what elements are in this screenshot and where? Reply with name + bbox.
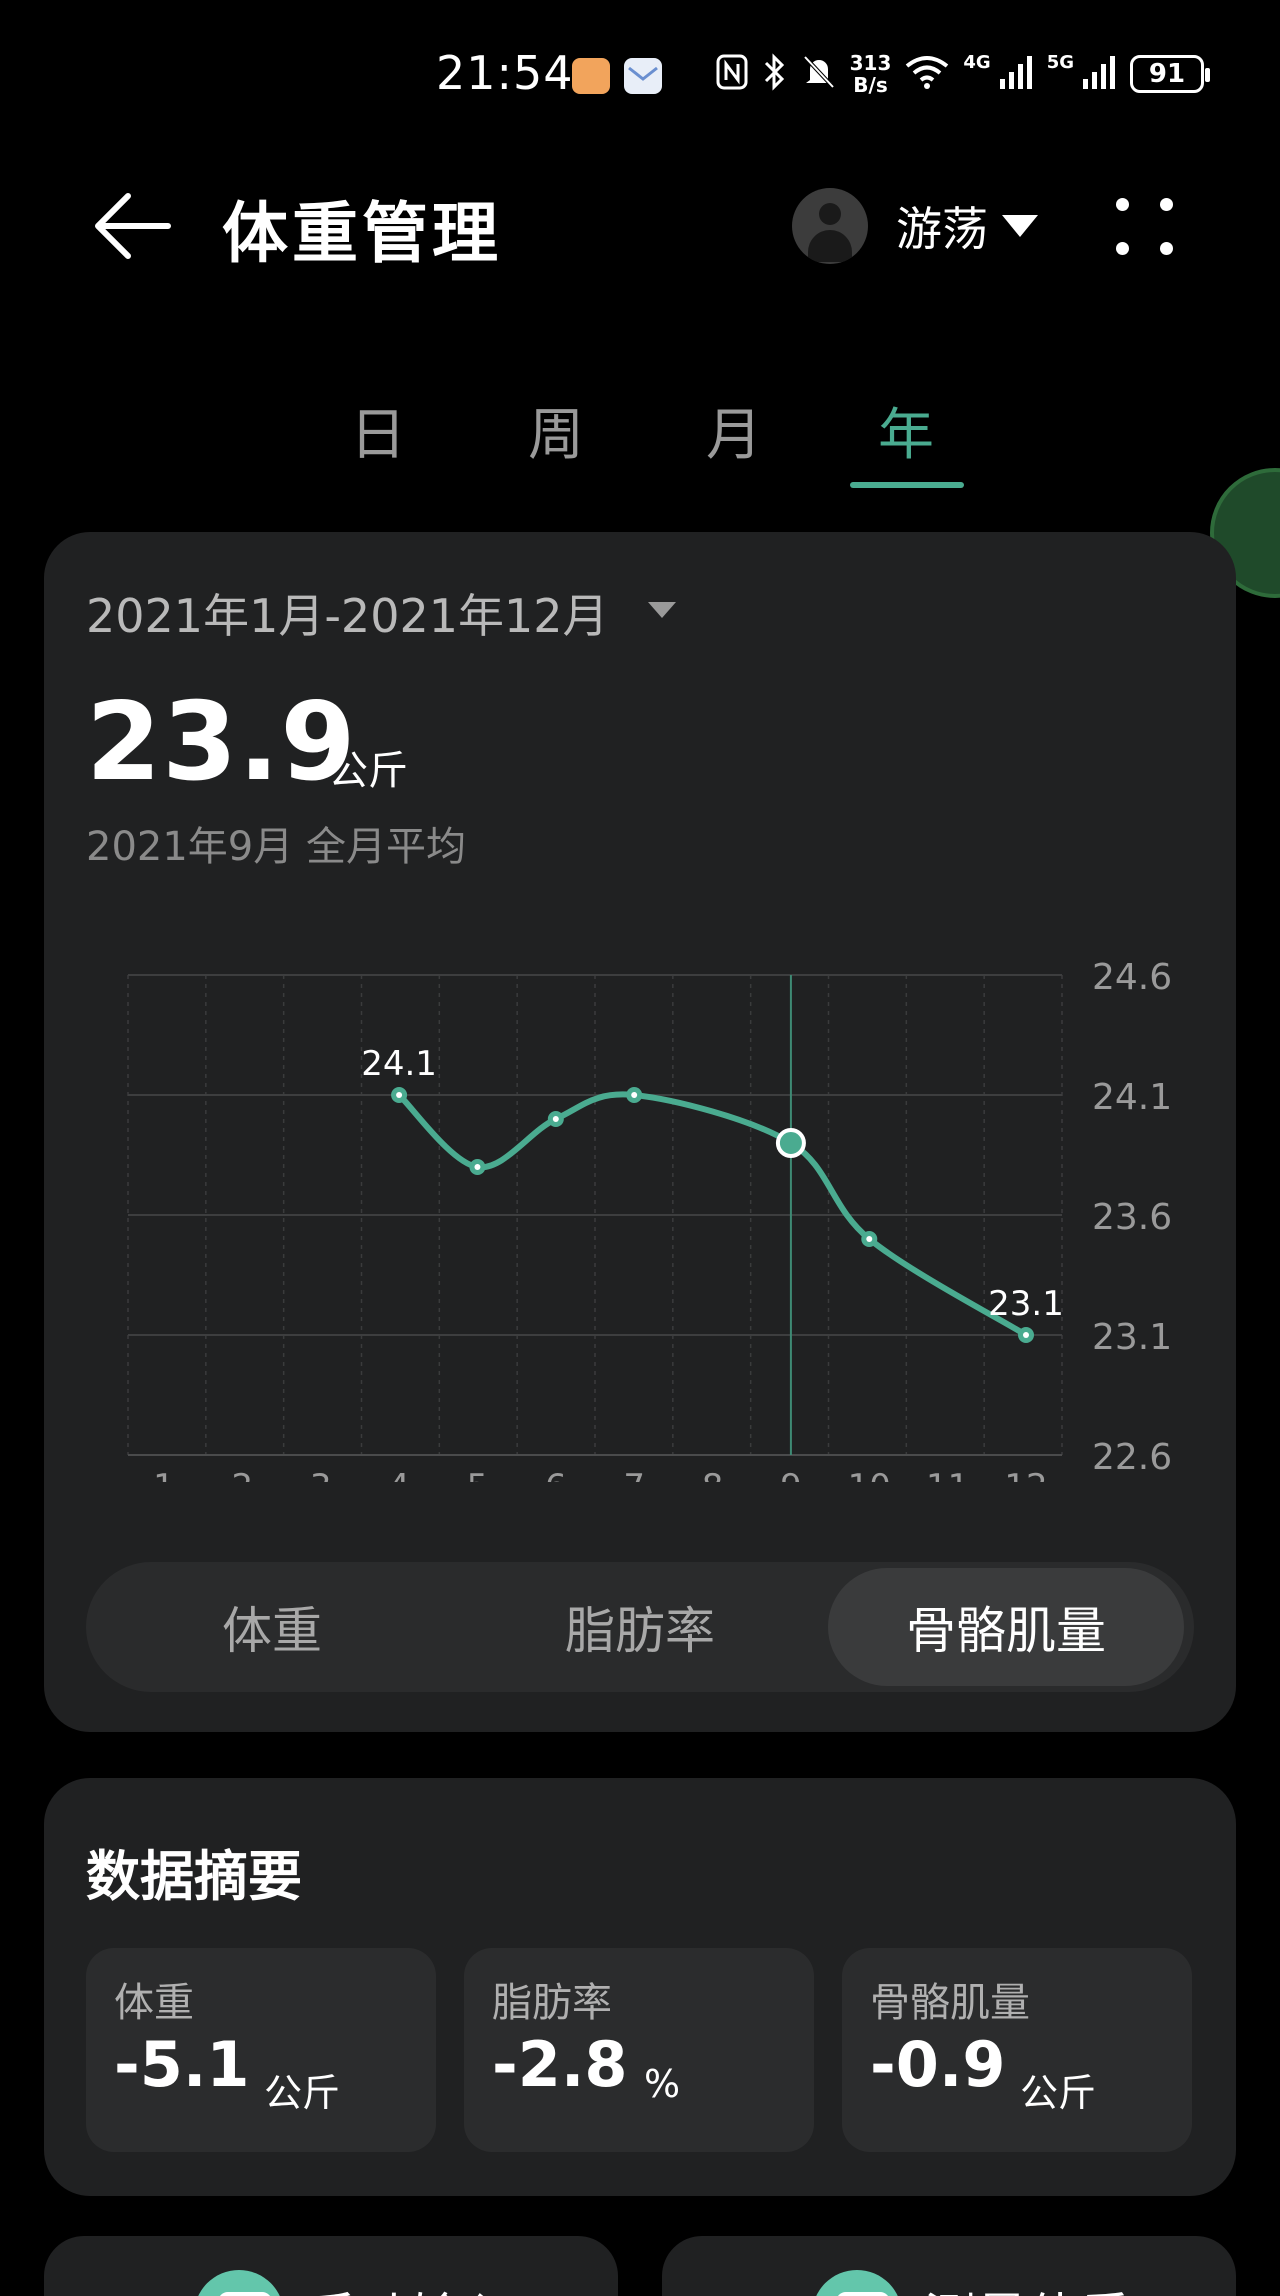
metric-value: -5.1 (114, 2028, 250, 2101)
battery-level: 91 (1148, 59, 1186, 89)
status-time: 21:54 (436, 46, 574, 100)
date-range-selector[interactable]: 2021年1月-2021年12月 (86, 580, 609, 646)
y-tick-label: 23.6 (1092, 1197, 1172, 1238)
more-icon (1116, 198, 1129, 211)
summary-fat-rate[interactable]: 脂肪率 -2.8 % (464, 1948, 814, 2152)
data-point-center (474, 1164, 481, 1170)
net-speed-unit: B/s (853, 73, 888, 97)
data-point-selected (775, 1128, 806, 1158)
scale-icon (812, 2270, 902, 2296)
metric-value: -0.9 (870, 2028, 1006, 2101)
data-point-center (866, 1236, 873, 1242)
net-speed-value: 313 (849, 51, 892, 75)
back-button[interactable] (92, 186, 174, 266)
page-title: 体重管理 (222, 195, 502, 272)
segment-skeletal-muscle[interactable]: 骨骼肌量 (828, 1568, 1184, 1686)
tab-month[interactable]: 月 (676, 390, 792, 471)
tab-week[interactable]: 周 (498, 390, 614, 471)
x-tick-label: 9 (780, 1467, 802, 1482)
metric-unit: % (644, 2062, 681, 2106)
metric-label: 体重 (114, 1980, 194, 2026)
signal-icon-2 (1082, 55, 1116, 94)
chevron-down-icon (1002, 215, 1038, 237)
data-label: 23.1 (988, 1284, 1064, 1324)
x-tick-label: 11 (926, 1467, 969, 1482)
data-point-center (396, 1092, 403, 1098)
summary-card: 数据摘要 体重 -5.1 公斤 脂肪率 -2.8 % 骨骼肌量 -0.9 公斤 (44, 1778, 1236, 2196)
button-label: 手动输入 (306, 2276, 514, 2296)
x-tick-label: 5 (467, 1467, 489, 1482)
date-range-chevron-icon[interactable] (648, 602, 676, 618)
data-point-center (1023, 1332, 1029, 1338)
y-tick-label: 22.6 (1092, 1437, 1172, 1478)
chart-card: 2021年1月-2021年12月 23.9 公斤 2021年9月 全月平均 24… (44, 532, 1236, 1732)
status-icons: 313 B/s 4G 5G 91 (716, 50, 1210, 98)
user-name: 游荡 (896, 202, 988, 256)
avatar-icon (792, 188, 868, 264)
x-tick-label: 1 (153, 1467, 175, 1482)
edit-icon (194, 2270, 284, 2296)
y-tick-label: 24.6 (1092, 957, 1172, 998)
button-label: 测量体重 (924, 2276, 1132, 2296)
data-point-center (552, 1116, 559, 1122)
app-notification-icon (572, 58, 610, 94)
average-value: 23.9 (86, 680, 357, 805)
metric-label: 脂肪率 (492, 1980, 612, 2026)
metric-label: 骨骼肌量 (870, 1980, 1030, 2026)
mail-icon (624, 58, 662, 94)
segment-weight[interactable]: 体重 (94, 1568, 450, 1686)
x-tick-label: 6 (545, 1467, 567, 1482)
tab-indicator (850, 482, 964, 488)
y-tick-label: 24.1 (1092, 1077, 1172, 1118)
mute-icon (802, 54, 836, 95)
net-4g-label: 4G (963, 51, 991, 73)
more-button[interactable] (1110, 192, 1180, 262)
summary-title: 数据摘要 (86, 1845, 302, 1908)
battery-icon: 91 (1130, 55, 1210, 93)
data-point-center (631, 1092, 638, 1098)
metric-value: -2.8 (492, 2028, 628, 2101)
tab-year[interactable]: 年 (848, 390, 964, 471)
x-tick-label: 7 (623, 1467, 645, 1482)
average-unit: 公斤 (328, 748, 408, 794)
x-tick-label: 3 (310, 1467, 332, 1482)
tab-day[interactable]: 日 (320, 390, 436, 471)
summary-weight[interactable]: 体重 -5.1 公斤 (86, 1948, 436, 2152)
net-speed: 313 B/s (850, 52, 892, 96)
x-tick-label: 2 (232, 1467, 254, 1482)
net-5g-label: 5G (1046, 51, 1074, 73)
back-arrow-icon (95, 193, 171, 259)
x-tick-label: 8 (702, 1467, 724, 1482)
wifi-icon (905, 54, 949, 95)
metric-unit: 公斤 (264, 2071, 341, 2115)
x-tick-label: 10 (848, 1467, 891, 1482)
status-bar: 21:54 313 B/s 4G 5G 91 (0, 0, 1280, 150)
y-tick-label: 23.1 (1092, 1317, 1172, 1358)
manual-input-button[interactable]: 手动输入 (44, 2236, 618, 2296)
weight-line-chart[interactable]: 24.624.123.623.122.612345678910111224.12… (44, 922, 1236, 1482)
nfc-icon (716, 54, 748, 95)
measure-weight-button[interactable]: 测量体重 (662, 2236, 1236, 2296)
user-switcher[interactable]: 游荡 (792, 186, 1038, 266)
metric-segment-control: 体重 脂肪率 骨骼肌量 (86, 1562, 1194, 1692)
summary-skeletal-muscle[interactable]: 骨骼肌量 -0.9 公斤 (842, 1948, 1192, 2152)
signal-icon (999, 55, 1033, 94)
x-tick-label: 12 (1004, 1467, 1047, 1482)
bluetooth-icon (762, 52, 788, 96)
segment-fat-rate[interactable]: 脂肪率 (462, 1568, 818, 1686)
metric-unit: 公斤 (1020, 2071, 1097, 2115)
average-caption: 2021年9月 全月平均 (86, 824, 466, 870)
x-tick-label: 4 (388, 1467, 410, 1482)
data-label: 24.1 (361, 1044, 437, 1084)
